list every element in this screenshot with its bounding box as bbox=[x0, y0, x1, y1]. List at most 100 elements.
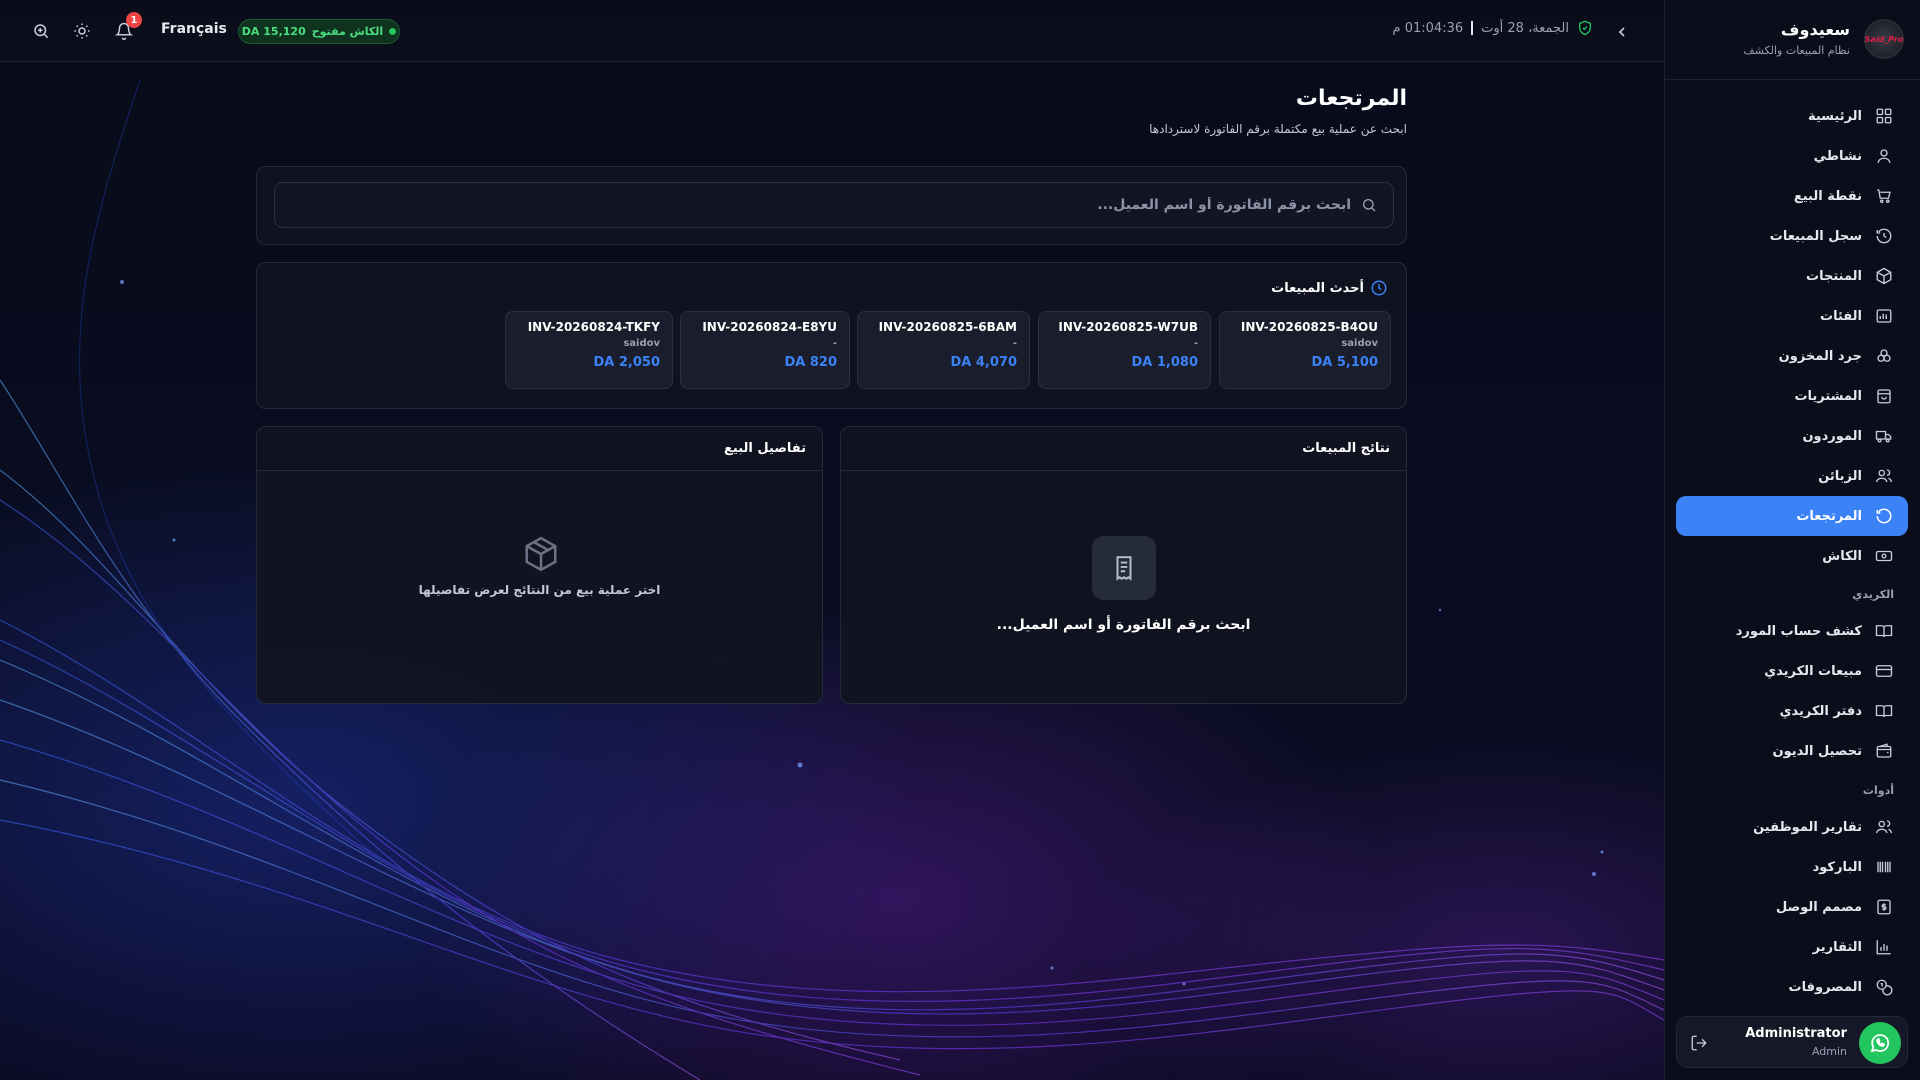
logout-icon[interactable] bbox=[1687, 1031, 1711, 1055]
sidebar-item-label: الفئات bbox=[1820, 308, 1862, 324]
invoice-number: INV-20260824-TKFY bbox=[527, 320, 660, 334]
sidebar-section-credit: الكريدي bbox=[1852, 588, 1894, 601]
invoice-card[interactable]: INV-20260825-6BAM - DA 4,070 bbox=[857, 311, 1030, 389]
brand-subtitle: نظام المبيعات والكشف bbox=[1743, 44, 1850, 57]
sidebar-item-categories[interactable]: الفئات bbox=[1676, 296, 1908, 336]
user-icon bbox=[1874, 146, 1894, 166]
sidebar-item-label: الرئيسية bbox=[1807, 108, 1862, 124]
sidebar-item-pos[interactable]: نقطة البيع bbox=[1676, 176, 1908, 216]
invoice-number: INV-20260824-E8YU bbox=[702, 320, 837, 334]
sidebar-item-supplier-statement[interactable]: كشف حساب المورد bbox=[1676, 611, 1908, 651]
sidebar-item-label: مصمم الوصل bbox=[1776, 899, 1862, 915]
panel-header: تفاصيل البيع bbox=[257, 427, 822, 471]
search-icon bbox=[1363, 199, 1376, 212]
cash-amount: DA 15,120 bbox=[241, 25, 306, 38]
card-icon bbox=[1874, 661, 1894, 681]
sidebar-item-label: نشاطي bbox=[1813, 148, 1862, 164]
whatsapp-icon bbox=[1870, 1034, 1890, 1053]
invoice-number: INV-20260825-B4OU bbox=[1240, 320, 1378, 334]
recent-sales-title: أحدث المبيعات bbox=[1271, 280, 1364, 296]
recent-sales-header: أحدث المبيعات bbox=[1271, 279, 1388, 297]
invoice-card[interactable]: INV-20260824-TKFY saidov DA 2,050 bbox=[505, 311, 673, 389]
sidebar-item-label: المنتجات bbox=[1806, 268, 1862, 284]
invoice-number: INV-20260825-W7UB bbox=[1058, 320, 1198, 334]
sidebar-item-my-activity[interactable]: نشاطي bbox=[1676, 136, 1908, 176]
search-input[interactable] bbox=[275, 197, 1351, 213]
recent-sales-card: أحدث المبيعات INV-20260825-B4OU saidov D… bbox=[256, 262, 1407, 409]
cash-status-label: الكاش مفتوح bbox=[311, 25, 384, 38]
page-subtitle: ابحث عن عملية بيع مكتملة برقم الفاتورة ل… bbox=[1149, 122, 1407, 136]
invoice-amount: DA 4,070 bbox=[950, 355, 1018, 370]
sidebar-item-barcode[interactable]: الباركود bbox=[1676, 847, 1908, 887]
sidebar-item-products[interactable]: المنتجات bbox=[1676, 256, 1908, 296]
sidebar-item-stock-inventory[interactable]: جرد المخزون bbox=[1676, 336, 1908, 376]
grid-icon bbox=[1874, 106, 1894, 126]
sidebar-item-label: كشف حساب المورد bbox=[1735, 623, 1862, 639]
invoice-card[interactable]: INV-20260824-E8YU - DA 820 bbox=[680, 311, 850, 389]
sidebar-item-label: الكاش bbox=[1822, 548, 1862, 564]
notifications-bell-icon[interactable]: 1 bbox=[112, 12, 142, 43]
invoice-card[interactable]: INV-20260825-W7UB - DA 1,080 bbox=[1038, 311, 1211, 389]
sidebar-item-returns[interactable]: المرتجعات bbox=[1676, 496, 1908, 536]
invoice-amount: DA 5,100 bbox=[1311, 355, 1379, 370]
search-card bbox=[256, 166, 1407, 245]
sidebar-item-purchases[interactable]: المشتريات bbox=[1676, 376, 1908, 416]
sidebar-item-credit-sales[interactable]: مبيعات الكريدي bbox=[1676, 651, 1908, 691]
results-empty-text: ابحث برقم الفاتورة أو اسم العميل... bbox=[996, 617, 1251, 633]
sidebar-item-label: نقطة البيع bbox=[1793, 188, 1862, 204]
current-date: الجمعة، 28 أوت bbox=[1481, 20, 1569, 36]
history-icon bbox=[1874, 226, 1894, 246]
sidebar-item-label: سجل المبيعات bbox=[1769, 228, 1862, 244]
page-title: المرتجعات bbox=[1295, 86, 1407, 111]
invoice-customer: - bbox=[832, 338, 837, 349]
user-name: Administrator bbox=[1745, 1026, 1847, 1041]
package-icon bbox=[522, 535, 560, 573]
notification-count-badge: 1 bbox=[126, 12, 142, 28]
brand-name: سعيدوف bbox=[1780, 20, 1850, 39]
whatsapp-button[interactable] bbox=[1859, 1022, 1901, 1064]
zoom-in-icon[interactable] bbox=[29, 19, 53, 43]
sidebar-item-expenses[interactable]: المصروفات bbox=[1676, 967, 1908, 1007]
cash-status-badge[interactable]: الكاش مفتوح DA 15,120 bbox=[238, 19, 400, 44]
language-switch[interactable]: Français bbox=[161, 21, 227, 37]
background-wallpaper bbox=[0, 0, 1664, 1080]
sidebar-item-reports[interactable]: التقارير bbox=[1676, 927, 1908, 967]
bag-icon bbox=[1874, 386, 1894, 406]
invoice-customer: - bbox=[1012, 338, 1017, 349]
sidebar-item-receipt-designer[interactable]: مصمم الوصل bbox=[1676, 887, 1908, 927]
theme-toggle-sun-icon[interactable] bbox=[70, 19, 94, 43]
sidebar-item-label: المصروفات bbox=[1788, 979, 1863, 995]
sidebar-item-sales-history[interactable]: سجل المبيعات bbox=[1676, 216, 1908, 256]
sidebar-item-label: دفتر الكريدي bbox=[1779, 703, 1862, 719]
logo: Said_Pro bbox=[1864, 19, 1904, 59]
sidebar-item-label: الباركود bbox=[1812, 859, 1862, 875]
sidebar-item-label: الزبائن bbox=[1818, 468, 1862, 484]
boxes-icon bbox=[1874, 346, 1894, 366]
collapse-sidebar-chevron-icon[interactable] bbox=[1610, 20, 1634, 44]
brand-header: Said_Pro سعيدوف نظام المبيعات والكشف bbox=[1664, 0, 1920, 80]
invoice-card[interactable]: INV-20260825-B4OU saidov DA 5,100 bbox=[1219, 311, 1391, 389]
sidebar-item-label: مبيعات الكريدي bbox=[1764, 663, 1862, 679]
book-icon bbox=[1874, 621, 1894, 641]
invoice-amount: DA 820 bbox=[784, 355, 837, 370]
sales-results-panel: نتائج المبيعات ابحث برقم الفاتورة أو اسم… bbox=[840, 426, 1407, 704]
top-bar: 1 Français الكاش مفتوح DA 15,120 الجمعة،… bbox=[0, 0, 1664, 62]
logo-text: Said_Pro bbox=[1864, 34, 1904, 44]
sidebar-item-suppliers[interactable]: الموردون bbox=[1676, 416, 1908, 456]
search-field[interactable] bbox=[274, 182, 1394, 228]
sidebar-item-cash[interactable]: الكاش bbox=[1676, 536, 1908, 576]
invoice-customer: - bbox=[1193, 338, 1198, 349]
return-icon bbox=[1874, 506, 1894, 526]
results-title: نتائج المبيعات bbox=[1302, 441, 1390, 456]
clock-icon bbox=[1371, 280, 1387, 296]
team-icon bbox=[1874, 817, 1894, 837]
panel-header: نتائج المبيعات bbox=[841, 427, 1406, 471]
sidebar-item-credit-ledger[interactable]: دفتر الكريدي bbox=[1676, 691, 1908, 731]
sidebar-item-debt-collection[interactable]: تحصيل الديون bbox=[1676, 731, 1908, 771]
date-time-display: الجمعة، 28 أوت 01:04:36 م bbox=[1376, 20, 1593, 36]
sidebar-item-label: جرد المخزون bbox=[1778, 348, 1862, 364]
sidebar-item-staff-reports[interactable]: تقارير الموظفين bbox=[1676, 807, 1908, 847]
sidebar-item-home[interactable]: الرئيسية bbox=[1676, 96, 1908, 136]
sidebar-item-customers[interactable]: الزبائن bbox=[1676, 456, 1908, 496]
sidebar-item-label: المشتريات bbox=[1794, 388, 1862, 404]
